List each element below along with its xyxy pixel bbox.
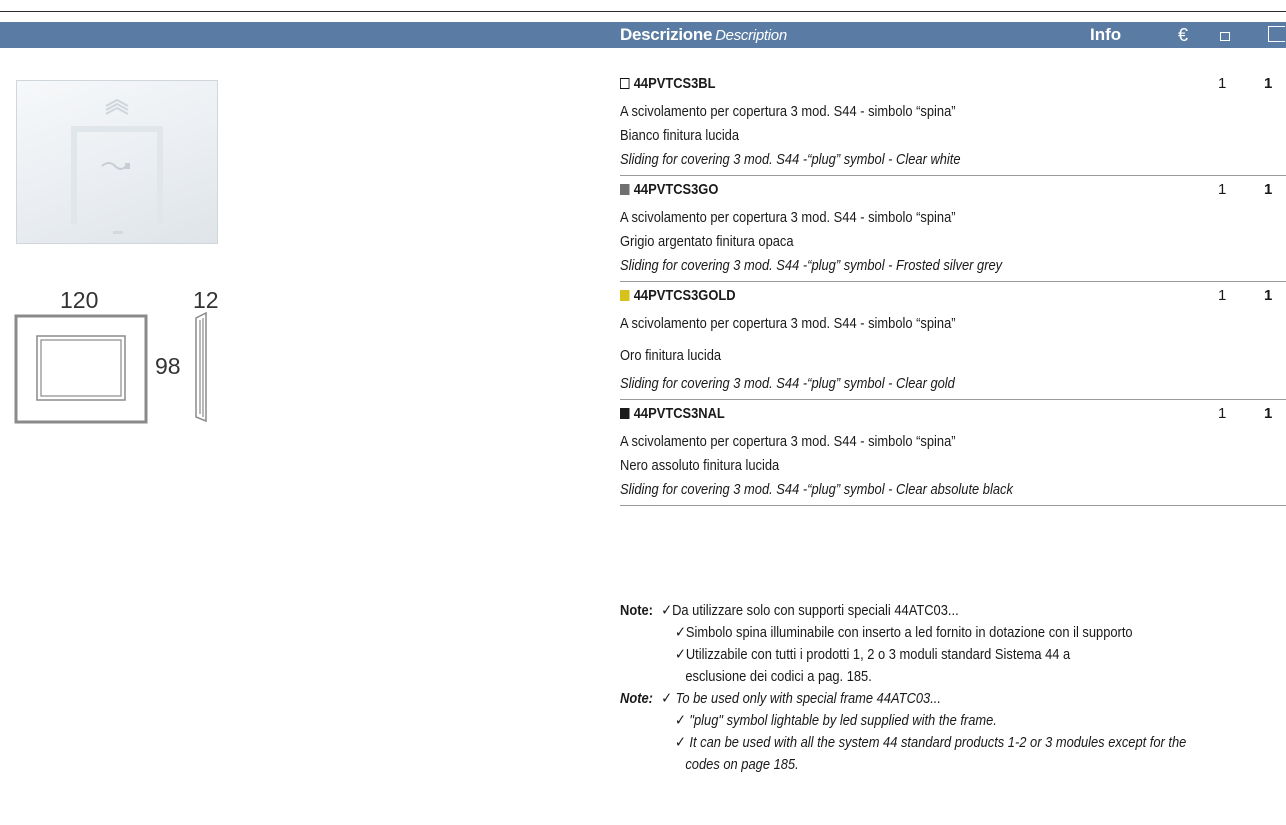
note-line: Note: ✓Da utilizzare solo con supporti sp…: [620, 600, 1193, 622]
note-text: ✓ To be used only with special frame 44A…: [661, 690, 941, 707]
qty-single: 1: [1218, 287, 1227, 304]
note-line: ✓Utilizzabile con tutti i prodotti 1, 2 …: [620, 644, 1193, 666]
product-item: 44PVTCS3GOLD 1 1 A scivolamento per copertu…: [620, 284, 1286, 400]
description-en: Sliding for covering 3 mod. S44 -“plug” …: [620, 151, 961, 168]
chevron-up-icon: [105, 98, 129, 115]
product-code-row: 44PVTCS3NAL 1 1: [620, 402, 1286, 426]
qty-box: 1: [1264, 405, 1273, 422]
note-line: esclusione dei codici a pag. 185.: [620, 666, 1193, 688]
description-it: A scivolamento per copertura 3 mod. S44 …: [620, 103, 956, 120]
color-swatch-icon: [620, 78, 630, 89]
dimension-depth: 12: [193, 287, 219, 313]
note-line: ✓ "plug" symbol lightable by led supplie…: [620, 710, 1193, 732]
finish-it: Grigio argentato finitura opaca: [620, 233, 794, 250]
note-line: codes on page 185.: [620, 754, 1193, 776]
product-photo: [16, 80, 218, 244]
header-description-en: Description: [715, 27, 787, 44]
table-header: Descrizione Description Info €: [0, 22, 1286, 48]
header-description: Descrizione Description: [620, 25, 787, 44]
product-code: 44PVTCS3NAL: [633, 405, 725, 422]
description-en: Sliding for covering 3 mod. S44 -“plug” …: [620, 481, 1013, 498]
row-divider: [620, 399, 1286, 400]
note-line: ✓ It can be used with all the system 44 …: [620, 732, 1193, 754]
note-text: esclusione dei codici a pag. 185.: [685, 668, 872, 685]
description-it: A scivolamento per copertura 3 mod. S44 …: [620, 209, 956, 226]
dimension-drawing: 120 98 12: [0, 280, 240, 430]
header-info: Info: [1090, 25, 1122, 44]
single-pack-icon: [1220, 32, 1230, 41]
description-it: A scivolamento per copertura 3 mod. S44 …: [620, 433, 956, 450]
plug-icon: [101, 162, 130, 170]
note-text: ✓ "plug" symbol lightable by led supplie…: [675, 712, 997, 729]
row-divider: [620, 505, 1286, 506]
color-swatch-icon: [620, 290, 630, 301]
product-code: 44PVTCS3BL: [633, 75, 716, 92]
note-text: ✓Simbolo spina illuminabile con inserto …: [675, 624, 1133, 641]
photo-brand-mark: [113, 231, 123, 234]
product-code-line: 44PVTCS3GO: [620, 178, 1193, 202]
header-price: €: [1178, 25, 1189, 45]
description-it: A scivolamento per copertura 3 mod. S44 …: [620, 315, 956, 332]
note-text: ✓Da utilizzare solo con supporti special…: [661, 602, 959, 619]
note-text: ✓ It can be used with all the system 44 …: [675, 734, 1187, 751]
note-label-en: Note:: [620, 690, 653, 707]
finish-it: Bianco finitura lucida: [620, 127, 740, 144]
product-item: 44PVTCS3GO 1 1 A scivolamento per copertura…: [620, 178, 1286, 282]
row-divider: [620, 175, 1286, 176]
note-label-it: Note:: [620, 602, 653, 619]
description-en: Sliding for covering 3 mod. S44 -“plug” …: [620, 375, 955, 392]
product-list: 44PVTCS3BL 1 1 A scivolamento per copertura…: [620, 72, 1286, 508]
product-code-line: 44PVTCS3BL: [620, 72, 1193, 96]
color-swatch-icon: [620, 408, 630, 419]
qty-box: 1: [1264, 287, 1273, 304]
qty-single: 1: [1218, 181, 1227, 198]
note-line: ✓Simbolo spina illuminabile con inserto …: [620, 622, 1193, 644]
product-code-row: 44PVTCS3GO 1 1: [620, 178, 1286, 202]
product-code-line: 44PVTCS3NAL: [620, 402, 1193, 426]
qty-single: 1: [1218, 75, 1227, 92]
dimension-height: 98: [155, 353, 181, 379]
description-en: Sliding for covering 3 mod. S44 -“plug” …: [620, 257, 1003, 274]
note-text: ✓Utilizzabile con tutti i prodotti 1, 2 …: [675, 646, 1071, 663]
dimension-width: 120: [60, 287, 99, 313]
top-rule: [0, 11, 1286, 12]
product-code-line: 44PVTCS3GOLD: [620, 284, 1193, 308]
finish-it: Oro finitura lucida: [620, 347, 722, 364]
note-line: Note: ✓ To be used only with special fram…: [620, 688, 1193, 710]
qty-box: 1: [1264, 181, 1273, 198]
row-divider: [620, 281, 1286, 282]
note-text: codes on page 185.: [685, 756, 799, 773]
color-swatch-icon: [620, 184, 630, 195]
product-code-row: 44PVTCS3BL 1 1: [620, 72, 1286, 96]
product-code: 44PVTCS3GOLD: [633, 287, 736, 304]
product-item: 44PVTCS3NAL 1 1 A scivolamento per copertur…: [620, 402, 1286, 506]
finish-it: Nero assoluto finitura lucida: [620, 457, 780, 474]
photo-inner-frame: [71, 126, 163, 224]
qty-single: 1: [1218, 405, 1227, 422]
product-code-row: 44PVTCS3GOLD 1 1: [620, 284, 1286, 308]
qty-box: 1: [1264, 75, 1273, 92]
product-code: 44PVTCS3GO: [633, 181, 719, 198]
notes-section: Note: ✓Da utilizzare solo con supporti sp…: [620, 600, 1286, 776]
product-item: 44PVTCS3BL 1 1 A scivolamento per copertura…: [620, 72, 1286, 176]
box-pack-icon: [1268, 26, 1285, 42]
